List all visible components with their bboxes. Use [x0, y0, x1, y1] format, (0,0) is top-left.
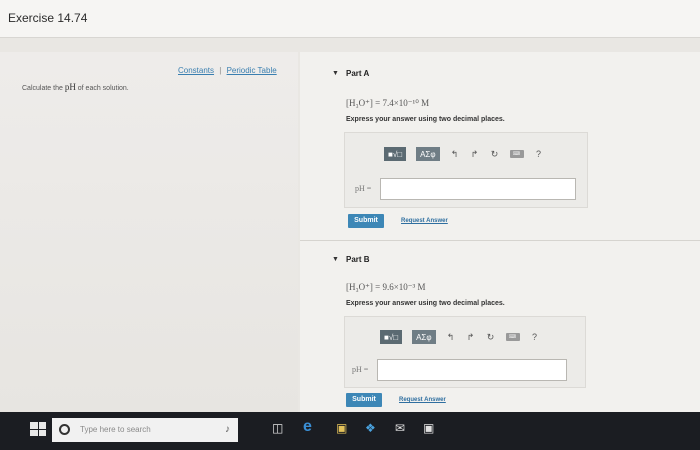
redo-icon[interactable]: ↱ — [466, 332, 476, 343]
help-icon[interactable]: ? — [530, 332, 540, 342]
part-a-symbols-button[interactable]: AΣφ — [416, 147, 440, 161]
title-bar: Exercise 14.74 — [0, 0, 700, 38]
reset-icon[interactable]: ↻ — [490, 149, 500, 160]
part-a-collapse-caret[interactable]: ▼ — [332, 70, 339, 77]
dropbox-icon[interactable]: ❖ — [365, 421, 376, 435]
taskbar-search-box[interactable]: Type here to search ♪ — [52, 418, 238, 442]
part-b-instructions: Express your answer using two decimal pl… — [346, 300, 505, 307]
links-separator: | — [219, 66, 222, 75]
part-divider — [300, 240, 700, 241]
part-b-request-answer-link[interactable]: Request Answer — [399, 397, 446, 403]
part-a-request-answer-link[interactable]: Request Answer — [401, 218, 448, 224]
constants-link[interactable]: Constants — [178, 66, 214, 75]
part-a-ph-label: pH = — [355, 184, 372, 193]
reference-links: Constants | Periodic Table — [178, 66, 277, 75]
part-a-template-button[interactable]: ■√□ — [384, 147, 407, 161]
undo-icon[interactable]: ↰ — [450, 149, 460, 160]
mic-icon[interactable]: ♪ — [225, 424, 230, 435]
part-a-submit-button[interactable]: Submit — [348, 214, 384, 228]
windows-start-icon[interactable] — [30, 422, 46, 436]
page-title: Exercise 14.74 — [8, 11, 88, 25]
part-b-formula: [H₃O⁺] = 9.6×10⁻³ M — [346, 282, 426, 292]
prompt-ph: pH — [64, 82, 76, 92]
part-b-template-button[interactable]: ■√□ — [380, 330, 403, 344]
file-explorer-icon[interactable]: ▣ — [336, 421, 347, 435]
cortana-circle-icon — [59, 424, 70, 435]
part-a-ph-input[interactable] — [380, 178, 576, 200]
part-b-toolbar: ■√□ AΣφ ↰ ↱ ↻ ⌨ ? — [380, 330, 540, 344]
keyboard-icon[interactable]: ⌨ — [505, 333, 520, 341]
part-b-ph-label: pH = — [352, 365, 369, 374]
part-a-instructions: Express your answer using two decimal pl… — [346, 116, 505, 123]
part-b-symbols-button[interactable]: AΣφ — [412, 330, 436, 344]
task-view-icon[interactable]: ◫ — [272, 421, 283, 435]
part-a-header[interactable]: Part A — [346, 69, 369, 78]
mail-icon[interactable]: ✉ — [395, 421, 405, 435]
redo-icon[interactable]: ↱ — [470, 149, 480, 160]
reset-icon[interactable]: ↻ — [486, 332, 496, 343]
taskbar: Type here to search ♪ ◫ e ▣ ❖ ✉ ▣ — [0, 412, 700, 450]
left-panel — [0, 52, 298, 412]
part-b-collapse-caret[interactable]: ▼ — [332, 256, 339, 263]
prompt-text-pre: Calculate the — [22, 85, 63, 92]
edge-icon[interactable]: e — [303, 418, 312, 436]
part-a-toolbar: ■√□ AΣφ ↰ ↱ ↻ ⌨ ? — [384, 147, 544, 161]
part-a-formula: [H₃O⁺] = 7.4×10⁻¹⁰ M — [346, 98, 430, 108]
prompt-text-post: of each solution. — [77, 85, 129, 92]
problem-prompt: Calculate the pH of each solution. — [22, 82, 129, 92]
part-b-header[interactable]: Part B — [346, 255, 370, 264]
undo-icon[interactable]: ↰ — [446, 332, 456, 343]
part-b-ph-input[interactable] — [377, 359, 567, 381]
part-b-submit-button[interactable]: Submit — [346, 393, 382, 407]
periodic-table-link[interactable]: Periodic Table — [227, 66, 277, 75]
keyboard-icon[interactable]: ⌨ — [509, 150, 524, 158]
help-icon[interactable]: ? — [534, 149, 544, 159]
store-icon[interactable]: ▣ — [423, 421, 434, 435]
search-placeholder: Type here to search — [80, 425, 151, 434]
